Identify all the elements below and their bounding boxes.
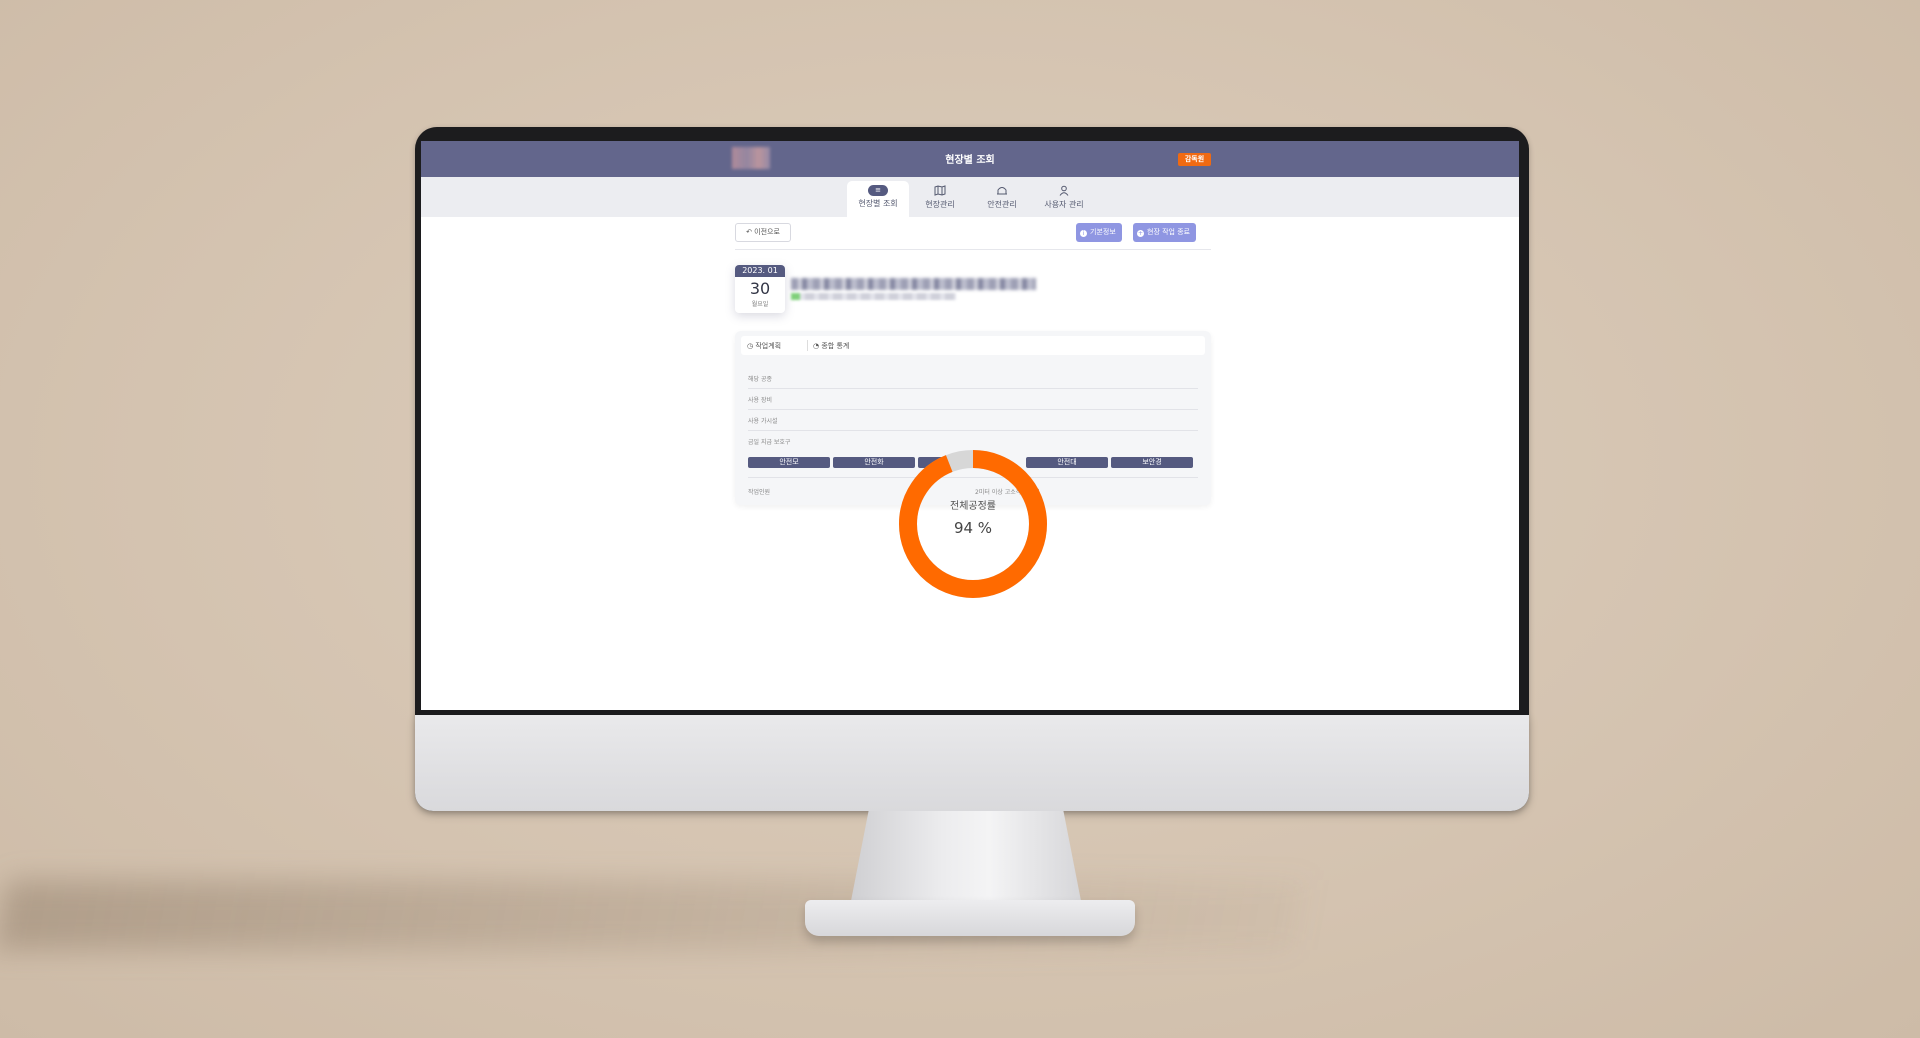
basic-info-button[interactable]: i 기본정보: [1076, 223, 1122, 242]
progress-value: 94 %: [953, 519, 993, 537]
row-equipment: 사용 장비: [748, 397, 772, 404]
monitor-stand-neck: [850, 811, 1082, 906]
nav-item-label: 현장관리: [925, 200, 955, 209]
progress-label: 전체공정률: [950, 501, 996, 512]
nav-item-label: 현장별 조회: [858, 199, 898, 208]
tab-label: 작업계획: [755, 342, 782, 350]
date-day: 30: [749, 279, 771, 298]
gear-tag-goggles: 보안경: [1111, 457, 1193, 468]
end-work-label: 현장 작업 종료: [1147, 228, 1191, 236]
nav-item-safety-manage[interactable]: 안전관리: [971, 181, 1033, 217]
back-button[interactable]: ↶ 이전으로: [735, 223, 791, 242]
page-title: 현장별 조회: [945, 155, 995, 166]
progress-donut: 전체공정률 94 %: [898, 449, 1048, 599]
site-address-redacted: [791, 293, 956, 300]
tab-work-plan[interactable]: ◷ 작업계획: [747, 341, 781, 351]
row-work-type: 해당 공종: [748, 376, 772, 383]
back-button-label: 이전으로: [754, 228, 780, 236]
list-icon: ≡: [868, 185, 888, 196]
tab-label: 종합 통계: [821, 342, 850, 350]
gear-tag-helmet: 안전모: [748, 457, 830, 468]
end-work-button[interactable]: + 현장 작업 종료: [1133, 223, 1197, 242]
date-weekday: 월요일: [751, 301, 769, 308]
monitor-screen: 현장별 조회 감독원 ≡ 현장별 조회 현장관리 안전관리 사용자 관리 ↶ 이…: [421, 141, 1519, 710]
app-header: 현장별 조회 감독원: [421, 141, 1519, 177]
clock-icon: ◷: [747, 342, 754, 350]
plus-icon: +: [1137, 230, 1144, 237]
row-workers: 작업인원: [748, 489, 771, 496]
monitor-stand-base: [805, 900, 1135, 936]
basic-info-label: 기본정보: [1090, 228, 1116, 236]
date-card: 2023. 01 30 월요일: [735, 265, 785, 313]
main-nav: ≡ 현장별 조회 현장관리 안전관리 사용자 관리: [421, 177, 1519, 217]
nav-item-label: 안전관리: [987, 200, 1017, 209]
helmet-icon: [971, 185, 1033, 197]
tab-statistics[interactable]: ◔ 종합 통계: [813, 341, 849, 351]
map-icon: [909, 185, 971, 197]
tab-separator: [807, 340, 808, 351]
nav-item-site-manage[interactable]: 현장관리: [909, 181, 971, 217]
panel-tabs: ◷ 작업계획 ◔ 종합 통계: [741, 336, 1205, 355]
undo-icon: ↶: [746, 228, 752, 236]
user-icon: [1033, 185, 1095, 197]
row-divider: [748, 430, 1198, 431]
role-badge: 감독원: [1178, 153, 1211, 166]
row-temp-facility: 사용 가시설: [748, 418, 778, 425]
nav-item-site-view[interactable]: ≡ 현장별 조회: [847, 181, 909, 217]
monitor-chin: [415, 715, 1529, 811]
row-divider: [748, 409, 1198, 410]
row-protective-gear: 금일 지급 보호구: [748, 439, 791, 446]
site-name-redacted: [791, 278, 1036, 290]
info-icon: i: [1080, 230, 1087, 237]
row-divider: [748, 388, 1198, 389]
nav-item-label: 사용자 관리: [1044, 200, 1084, 209]
nav-item-user-manage[interactable]: 사용자 관리: [1033, 181, 1095, 217]
divider: [735, 249, 1211, 250]
date-year-month: 2023. 01: [735, 265, 785, 277]
chart-icon: ◔: [813, 342, 820, 350]
